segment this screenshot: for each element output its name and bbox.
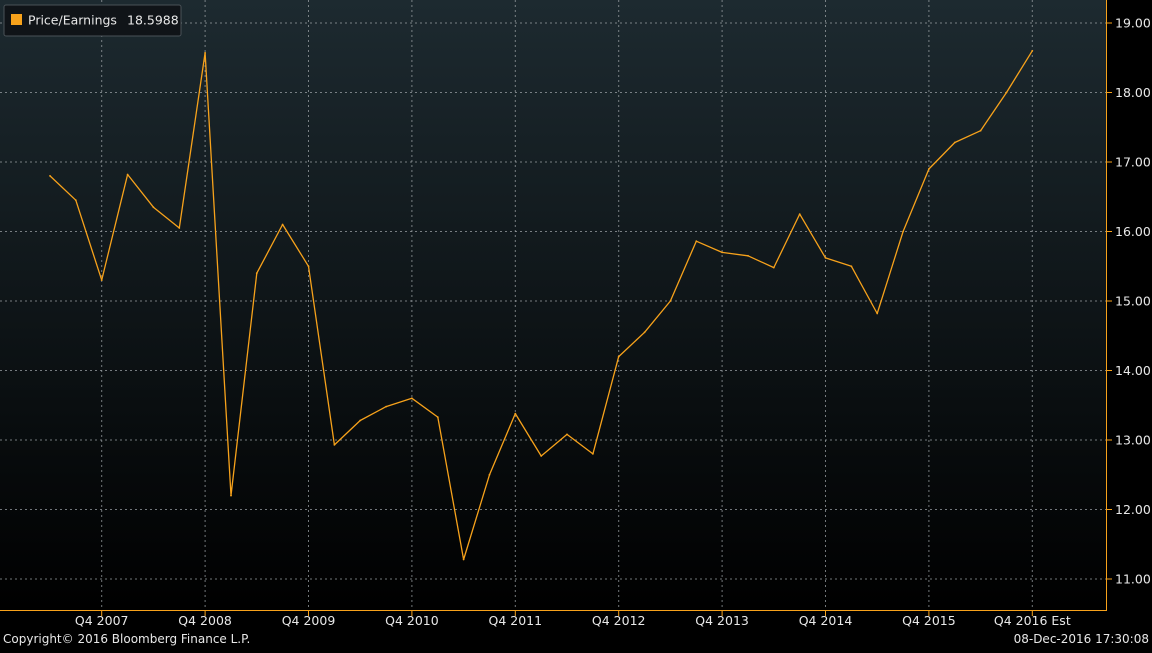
data-point bbox=[747, 254, 749, 257]
data-point bbox=[876, 312, 879, 315]
legend-value: 18.5988 bbox=[127, 13, 179, 28]
x-tick-label: Q4 2016 Est bbox=[994, 613, 1071, 628]
data-point bbox=[152, 206, 155, 209]
data-point bbox=[488, 473, 491, 476]
copyright-text: Copyright© 2016 Bloomberg Finance L.P. bbox=[3, 632, 250, 646]
data-point bbox=[333, 444, 336, 446]
x-tick-label: Q4 2011 bbox=[489, 613, 543, 628]
data-point bbox=[695, 240, 698, 243]
data-point bbox=[772, 266, 775, 269]
x-tick-label: Q4 2007 bbox=[75, 613, 129, 628]
legend-label: Price/Earnings bbox=[28, 13, 117, 28]
data-point bbox=[798, 213, 801, 216]
data-point bbox=[126, 173, 129, 176]
data-point bbox=[1031, 49, 1034, 52]
data-point bbox=[824, 257, 827, 259]
data-point bbox=[953, 141, 956, 144]
data-point bbox=[669, 300, 672, 302]
data-point bbox=[902, 230, 904, 233]
data-point bbox=[462, 558, 465, 561]
data-point bbox=[979, 129, 982, 132]
data-point bbox=[255, 272, 258, 275]
x-tick-label: Q4 2013 bbox=[695, 613, 749, 628]
data-point bbox=[850, 265, 853, 268]
x-tick-label: Q4 2009 bbox=[282, 613, 336, 628]
data-point bbox=[411, 397, 413, 400]
data-point bbox=[178, 227, 181, 229]
legend: Price/Earnings 18.5988 bbox=[3, 4, 182, 37]
y-tick-label: 17.00 bbox=[1115, 155, 1151, 170]
y-tick-label: 14.00 bbox=[1115, 363, 1151, 378]
chart: 11.00 12.00 13.00 14.00 15.00 16.00 17.00 18.00… bbox=[0, 0, 1152, 648]
y-tick-label: 19.00 bbox=[1115, 16, 1151, 31]
x-tick-label: Q4 2014 bbox=[799, 613, 853, 628]
y-tick-label: 11.00 bbox=[1115, 572, 1151, 587]
data-point bbox=[721, 251, 723, 254]
data-point bbox=[100, 279, 103, 281]
x-tick-label: Q4 2010 bbox=[385, 613, 439, 628]
data-point bbox=[74, 199, 77, 202]
data-point bbox=[540, 455, 543, 457]
y-tick-label: 12.00 bbox=[1115, 502, 1151, 517]
data-point bbox=[307, 265, 310, 268]
data-point bbox=[514, 412, 517, 415]
data-point bbox=[436, 416, 439, 418]
y-tick-label: 16.00 bbox=[1115, 224, 1151, 239]
data-point bbox=[49, 175, 51, 177]
data-point bbox=[643, 331, 646, 334]
chart-svg: 11.00 12.00 13.00 14.00 15.00 16.00 17.00 18.00… bbox=[0, 0, 1151, 646]
plot-background bbox=[0, 0, 1106, 610]
y-tick-label: 18.00 bbox=[1115, 85, 1151, 100]
data-point bbox=[617, 355, 620, 358]
x-tick-label: Q4 2015 bbox=[902, 613, 956, 628]
data-point bbox=[359, 419, 362, 422]
timestamp-text: 08-Dec-2016 17:30:08 bbox=[1014, 632, 1149, 646]
data-point bbox=[204, 52, 207, 54]
data-point bbox=[928, 168, 930, 170]
data-point bbox=[592, 453, 594, 455]
y-tick-label: 13.00 bbox=[1115, 433, 1151, 448]
x-tick-label: Q4 2008 bbox=[178, 613, 232, 628]
y-tick-label: 15.00 bbox=[1115, 294, 1151, 309]
data-point bbox=[566, 433, 568, 436]
legend-swatch bbox=[11, 14, 22, 25]
data-point bbox=[281, 223, 284, 226]
x-tick-label: Q4 2012 bbox=[592, 613, 646, 628]
data-point bbox=[1005, 91, 1008, 94]
data-point bbox=[385, 405, 387, 408]
data-point bbox=[230, 494, 232, 497]
